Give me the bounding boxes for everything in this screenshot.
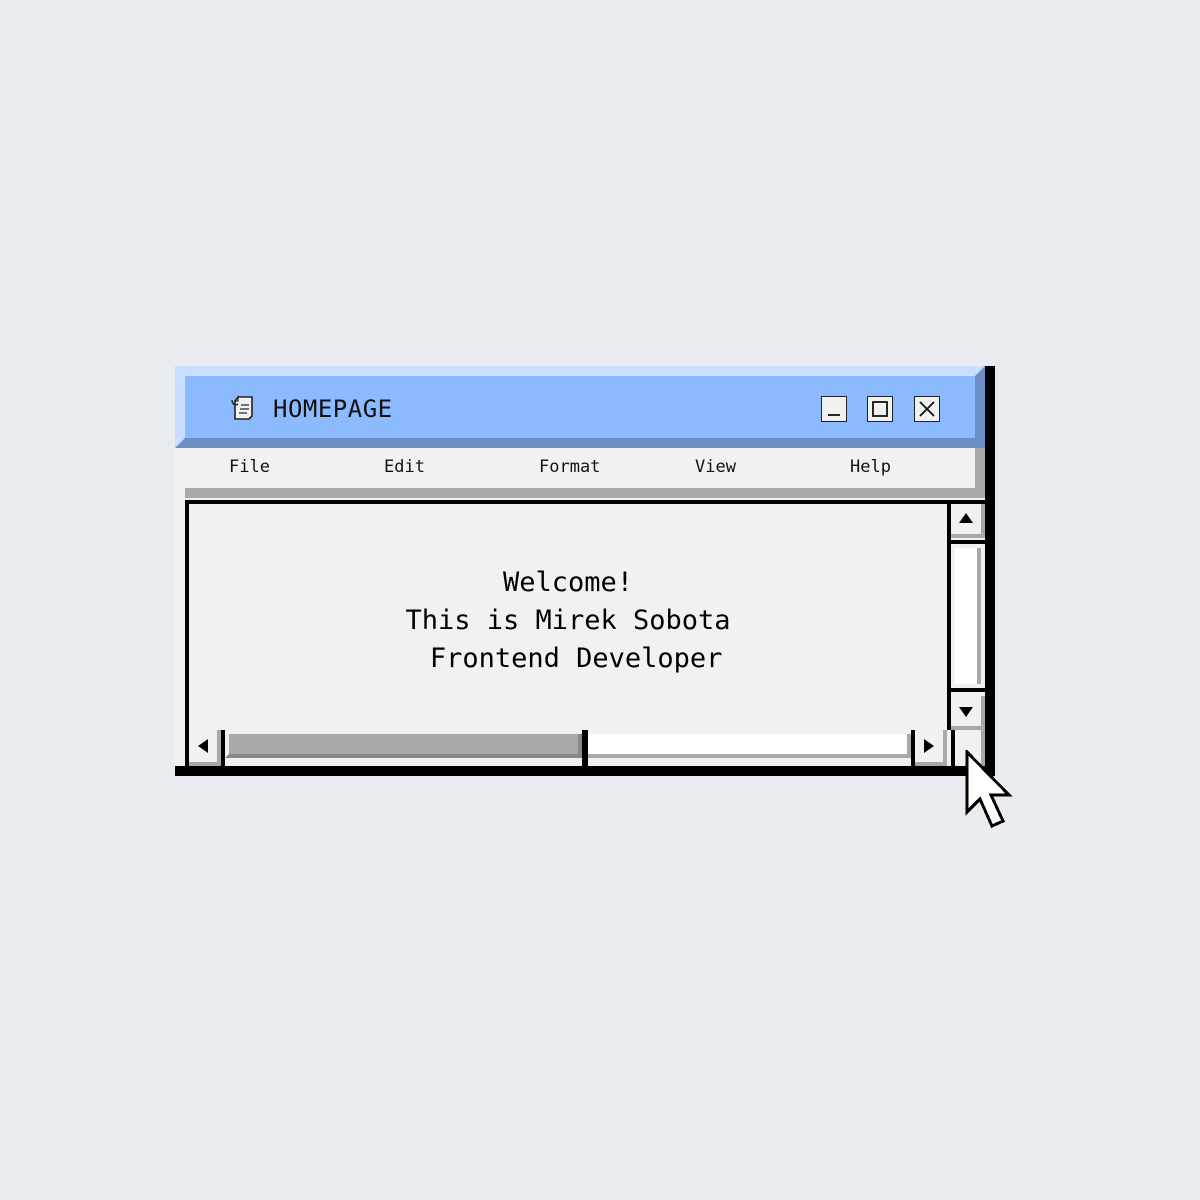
scroll-down-button[interactable] <box>951 696 985 730</box>
horizontal-scroll-track[interactable] <box>221 730 915 766</box>
welcome-text: Welcome! This is Mirek Sobota Frontend D… <box>189 564 947 678</box>
close-button[interactable] <box>914 396 940 422</box>
vertical-scroll-track[interactable] <box>951 540 985 692</box>
arrow-down-icon <box>951 707 981 730</box>
scroll-right-button[interactable] <box>915 730 947 766</box>
homepage-window: HOMEPAGE File Edit Format View Help Welc… <box>175 366 995 776</box>
vertical-scrollbar[interactable] <box>951 500 985 734</box>
scroll-up-button[interactable] <box>951 504 985 538</box>
mouse-pointer-icon <box>963 748 1027 834</box>
horizontal-scroll-thumb[interactable] <box>225 734 582 758</box>
title-bar[interactable]: HOMEPAGE <box>175 366 985 448</box>
horizontal-scrollbar[interactable] <box>185 730 951 766</box>
role-line: Frontend Developer <box>413 643 723 674</box>
menu-bar: File Edit Format View Help <box>185 448 985 498</box>
menu-format[interactable]: Format <box>539 456 600 478</box>
maximize-button[interactable] <box>867 396 893 422</box>
vertical-scroll-thumb[interactable] <box>955 548 981 684</box>
menu-file[interactable]: File <box>229 456 270 478</box>
content-area: Welcome! This is Mirek Sobota Frontend D… <box>185 500 951 734</box>
menu-edit[interactable]: Edit <box>384 456 425 478</box>
menu-help[interactable]: Help <box>850 456 891 478</box>
window-shadow-bottom <box>175 766 995 776</box>
arrow-right-icon <box>915 739 943 766</box>
arrow-up-icon <box>951 513 981 538</box>
horizontal-scroll-remainder[interactable] <box>588 734 911 758</box>
intro-line: This is Mirek Sobota <box>405 605 731 636</box>
menu-view[interactable]: View <box>695 456 736 478</box>
welcome-line: Welcome! <box>502 567 634 598</box>
scroll-left-button[interactable] <box>189 730 221 766</box>
arrow-left-icon <box>189 739 217 766</box>
notepad-icon <box>229 394 257 422</box>
window-shadow-right <box>985 366 995 776</box>
window-title: HOMEPAGE <box>273 395 393 423</box>
minimize-button[interactable] <box>821 396 847 422</box>
